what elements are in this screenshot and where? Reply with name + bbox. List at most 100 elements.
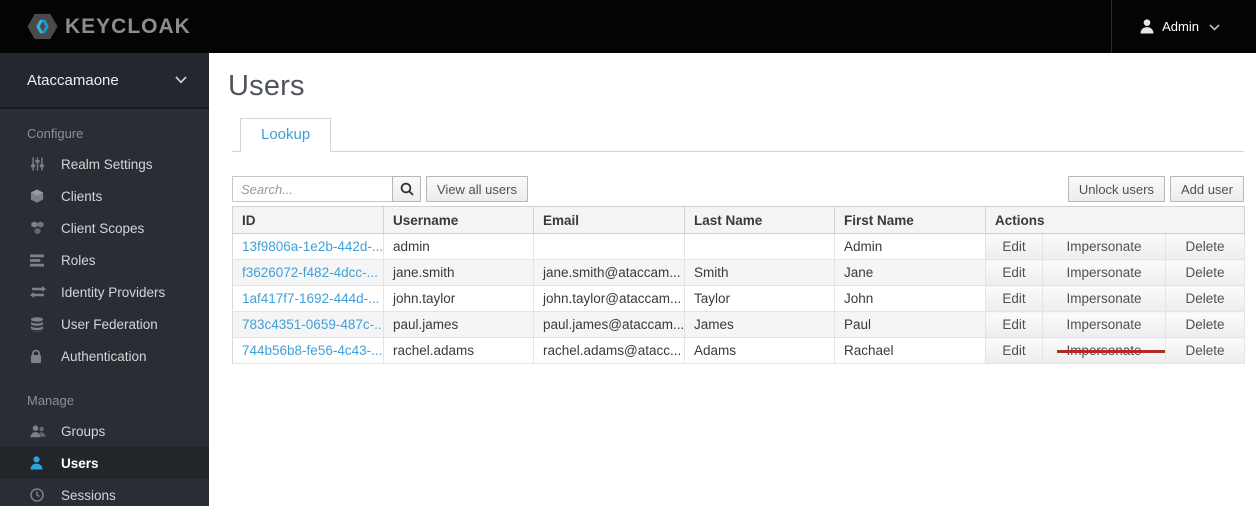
users-toolbar: View all users Unlock users Add user	[232, 176, 1244, 202]
sidebar-item-label: Groups	[61, 423, 106, 439]
sidebar-item-client-scopes[interactable]: Client Scopes	[0, 212, 209, 244]
search-icon	[400, 182, 414, 196]
first-name-cell: Paul	[834, 311, 986, 338]
edit-action[interactable]: Edit	[985, 311, 1043, 338]
table-header-row: ID Username Email Last Name First Name A…	[232, 206, 1246, 234]
first-name-cell: Admin	[834, 233, 986, 260]
database-icon	[30, 316, 52, 332]
delete-action[interactable]: Delete	[1164, 233, 1246, 260]
table-row: f3626072-f482-4dcc-... jane.smith jane.s…	[232, 259, 1246, 286]
user-silhouette-icon	[1140, 19, 1154, 34]
admin-user-menu[interactable]: Admin	[1111, 0, 1256, 53]
impersonate-action[interactable]: Impersonate	[1042, 311, 1166, 338]
sidebar-item-label: Client Scopes	[61, 220, 145, 236]
email-cell: john.taylor@ataccam...	[533, 285, 685, 312]
sidebar-item-groups[interactable]: Groups	[0, 415, 209, 447]
sidebar-item-user-federation[interactable]: User Federation	[0, 308, 209, 340]
list-icon	[30, 253, 52, 267]
unlock-users-button[interactable]: Unlock users	[1067, 176, 1165, 202]
sidebar-item-label: Realm Settings	[61, 156, 153, 172]
sidebar-item-label: Identity Providers	[61, 284, 166, 300]
sidebar-item-clients[interactable]: Clients	[0, 180, 209, 212]
sidebar-item-label: User Federation	[61, 316, 158, 332]
sidebar-section-configure: Configure	[27, 126, 84, 141]
chevron-down-icon	[1209, 18, 1220, 36]
user-id-link[interactable]: f3626072-f482-4dcc-...	[242, 265, 378, 280]
sidebar-item-label: Clients	[61, 188, 103, 204]
edit-action[interactable]: Edit	[985, 285, 1043, 312]
brand-text: KEYCLOAK	[65, 14, 191, 38]
view-all-users-button[interactable]: View all users	[426, 176, 528, 202]
column-header-email: Email	[533, 206, 685, 234]
table-row: 13f9806a-1e2b-442d-... admin Admin Edit …	[232, 233, 1246, 260]
username-cell: admin	[383, 233, 534, 260]
keycloak-logo[interactable]: KEYCLOAK	[0, 0, 191, 53]
sidebar-section-manage: Manage	[27, 393, 74, 408]
first-name-cell: Rachael	[834, 337, 986, 364]
delete-action[interactable]: Delete	[1164, 337, 1246, 364]
admin-label: Admin	[1162, 19, 1199, 34]
sidebar-item-authentication[interactable]: Authentication	[0, 340, 209, 372]
column-header-last-name: Last Name	[684, 206, 835, 234]
search-input[interactable]	[232, 176, 392, 202]
chevron-down-icon	[175, 71, 187, 89]
user-id-link[interactable]: 1af417f7-1692-444d-...	[242, 291, 379, 306]
last-name-cell: Taylor	[684, 285, 835, 312]
delete-action[interactable]: Delete	[1164, 311, 1246, 338]
tab-lookup[interactable]: Lookup	[240, 118, 332, 152]
sidebar-item-realm-settings[interactable]: Realm Settings	[0, 148, 209, 180]
sidebar-item-users[interactable]: Users	[0, 447, 209, 479]
user-id-link[interactable]: 744b56b8-fe56-4c43-...	[242, 343, 382, 358]
first-name-cell: Jane	[834, 259, 986, 286]
realm-name: Ataccamaone	[27, 71, 119, 89]
cubes-icon	[30, 221, 52, 235]
impersonate-action[interactable]: Impersonate	[1042, 285, 1166, 312]
sidebar-item-roles[interactable]: Roles	[0, 244, 209, 276]
delete-action[interactable]: Delete	[1164, 259, 1246, 286]
username-cell: john.taylor	[383, 285, 534, 312]
add-user-button[interactable]: Add user	[1169, 176, 1244, 202]
user-icon	[30, 456, 52, 470]
table-row: 1af417f7-1692-444d-... john.taylor john.…	[232, 285, 1246, 312]
sidebar-item-label: Sessions	[61, 487, 116, 503]
table-row: 744b56b8-fe56-4c43-... rachel.adams rach…	[232, 337, 1246, 364]
lock-icon	[30, 349, 52, 364]
realm-selector[interactable]: Ataccamaone	[0, 53, 209, 109]
user-id-link[interactable]: 13f9806a-1e2b-442d-...	[242, 239, 383, 254]
column-header-first-name: First Name	[834, 206, 986, 234]
impersonate-action[interactable]: Impersonate	[1042, 337, 1166, 364]
sliders-icon	[30, 157, 52, 171]
tab-bar: Lookup	[232, 118, 1244, 152]
sidebar-item-sessions[interactable]: Sessions	[0, 479, 209, 511]
search-button[interactable]	[392, 176, 421, 202]
email-cell: jane.smith@ataccam...	[533, 259, 685, 286]
sidebar-item-label: Roles	[61, 252, 96, 268]
exchange-arrows-icon	[30, 286, 52, 298]
table-row: 783c4351-0659-487c-... paul.james paul.j…	[232, 311, 1246, 338]
edit-action[interactable]: Edit	[985, 233, 1043, 260]
last-name-cell: Adams	[684, 337, 835, 364]
users-table: ID Username Email Last Name First Name A…	[232, 206, 1246, 364]
delete-action[interactable]: Delete	[1164, 285, 1246, 312]
username-cell: jane.smith	[383, 259, 534, 286]
last-name-cell: James	[684, 311, 835, 338]
page-title: Users	[228, 70, 305, 102]
sidebar-item-label: Users	[61, 455, 99, 471]
last-name-cell: Smith	[684, 259, 835, 286]
impersonate-action[interactable]: Impersonate	[1042, 233, 1166, 260]
first-name-cell: John	[834, 285, 986, 312]
impersonate-action[interactable]: Impersonate	[1042, 259, 1166, 286]
username-cell: rachel.adams	[383, 337, 534, 364]
search-group	[232, 176, 421, 202]
sidebar-item-identity-providers[interactable]: Identity Providers	[0, 276, 209, 308]
edit-action[interactable]: Edit	[985, 337, 1043, 364]
top-bar: KEYCLOAK Admin	[0, 0, 1256, 53]
email-cell	[533, 233, 685, 260]
sidebar-item-label: Authentication	[61, 348, 147, 364]
keycloak-hexagon-icon	[27, 11, 58, 42]
user-id-link[interactable]: 783c4351-0659-487c-...	[242, 317, 383, 332]
sidebar: Ataccamaone Configure Realm Settings Cli…	[0, 53, 209, 506]
edit-action[interactable]: Edit	[985, 259, 1043, 286]
cube-icon	[30, 189, 52, 203]
column-header-id: ID	[232, 206, 384, 234]
